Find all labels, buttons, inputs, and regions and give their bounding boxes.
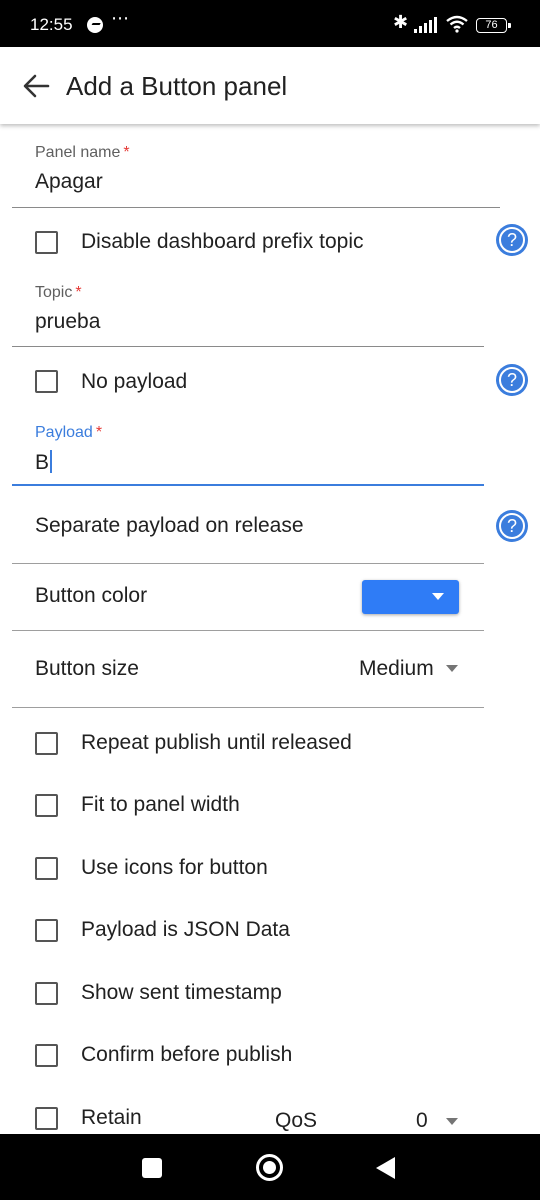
panel-name-underline bbox=[12, 207, 500, 208]
fit-width-label: Fit to panel width bbox=[81, 793, 240, 816]
topic-underline bbox=[12, 346, 484, 347]
back-triangle-icon[interactable] bbox=[376, 1157, 395, 1179]
qos-label: QoS bbox=[275, 1109, 318, 1132]
topic-label: Topic * bbox=[35, 284, 82, 302]
button-color-label: Button color bbox=[35, 584, 148, 607]
repeat-publish-checkbox[interactable] bbox=[35, 732, 58, 755]
payload-input[interactable]: B bbox=[35, 450, 53, 475]
button-size-label: Button size bbox=[35, 657, 139, 680]
button-color-select[interactable] bbox=[362, 580, 459, 614]
status-bar: 12:55 ⋯ ✱ 76 bbox=[0, 0, 540, 47]
json-payload-label: Payload is JSON Data bbox=[81, 918, 290, 941]
json-payload-checkbox[interactable] bbox=[35, 919, 58, 942]
use-icons-label: Use icons for button bbox=[81, 856, 268, 879]
app-bar: Add a Button panel bbox=[0, 47, 540, 124]
caret-down-icon bbox=[446, 665, 458, 672]
page-title: Add a Button panel bbox=[66, 71, 288, 101]
text-cursor bbox=[50, 450, 53, 473]
arrow-left-icon[interactable] bbox=[22, 73, 50, 99]
messenger-icon bbox=[87, 17, 103, 33]
retain-label: Retain bbox=[81, 1106, 142, 1129]
bluetooth-icon: ✱ bbox=[393, 12, 409, 32]
help-icon-glyph: ? bbox=[506, 370, 517, 390]
required-marker: * bbox=[95, 424, 103, 441]
wifi-icon bbox=[446, 15, 468, 33]
payload-input-value: B bbox=[35, 451, 50, 474]
use-icons-checkbox[interactable] bbox=[35, 857, 58, 880]
help-icon[interactable]: ? bbox=[496, 510, 528, 542]
payload-underline bbox=[12, 484, 484, 486]
payload-label: Payload * bbox=[35, 424, 102, 442]
signal-icon bbox=[414, 17, 438, 33]
repeat-publish-label: Repeat publish until released bbox=[81, 731, 352, 754]
qos-select[interactable]: 0 bbox=[416, 1109, 428, 1133]
divider bbox=[12, 563, 484, 564]
battery-icon: 76 bbox=[476, 18, 511, 33]
more-notifications-icon: ⋯ bbox=[111, 8, 130, 28]
payload-label-text: Payload bbox=[35, 424, 93, 441]
confirm-publish-checkbox[interactable] bbox=[35, 1044, 58, 1067]
help-icon[interactable]: ? bbox=[496, 224, 528, 256]
show-timestamp-label: Show sent timestamp bbox=[81, 981, 282, 1004]
disable-prefix-checkbox[interactable] bbox=[35, 231, 58, 254]
no-payload-label: No payload bbox=[81, 370, 188, 393]
divider bbox=[12, 707, 484, 708]
panel-name-label-text: Panel name bbox=[35, 144, 121, 161]
retain-checkbox[interactable] bbox=[35, 1107, 58, 1130]
recents-icon[interactable] bbox=[142, 1158, 162, 1178]
fit-width-checkbox[interactable] bbox=[35, 794, 58, 817]
home-icon[interactable] bbox=[256, 1154, 283, 1181]
help-icon[interactable]: ? bbox=[496, 364, 528, 396]
required-marker: * bbox=[123, 144, 130, 161]
status-time: 12:55 bbox=[30, 15, 73, 34]
required-marker: * bbox=[75, 284, 82, 301]
separate-payload-toggle[interactable]: Separate payload on release bbox=[35, 514, 304, 538]
system-nav-bar bbox=[0, 1134, 540, 1200]
show-timestamp-checkbox[interactable] bbox=[35, 982, 58, 1005]
topic-label-text: Topic bbox=[35, 284, 73, 301]
panel-name-label: Panel name * bbox=[35, 144, 130, 162]
help-icon-glyph: ? bbox=[506, 230, 517, 250]
topic-input[interactable]: prueba bbox=[35, 310, 100, 334]
panel-name-input[interactable]: Apagar bbox=[35, 170, 103, 194]
confirm-publish-label: Confirm before publish bbox=[81, 1043, 293, 1066]
divider bbox=[12, 630, 484, 631]
help-icon-glyph: ? bbox=[506, 516, 517, 536]
caret-down-icon bbox=[446, 1118, 458, 1125]
disable-prefix-label: Disable dashboard prefix topic bbox=[81, 230, 364, 253]
no-payload-checkbox[interactable] bbox=[35, 370, 58, 393]
button-size-select[interactable]: Medium bbox=[359, 657, 434, 681]
